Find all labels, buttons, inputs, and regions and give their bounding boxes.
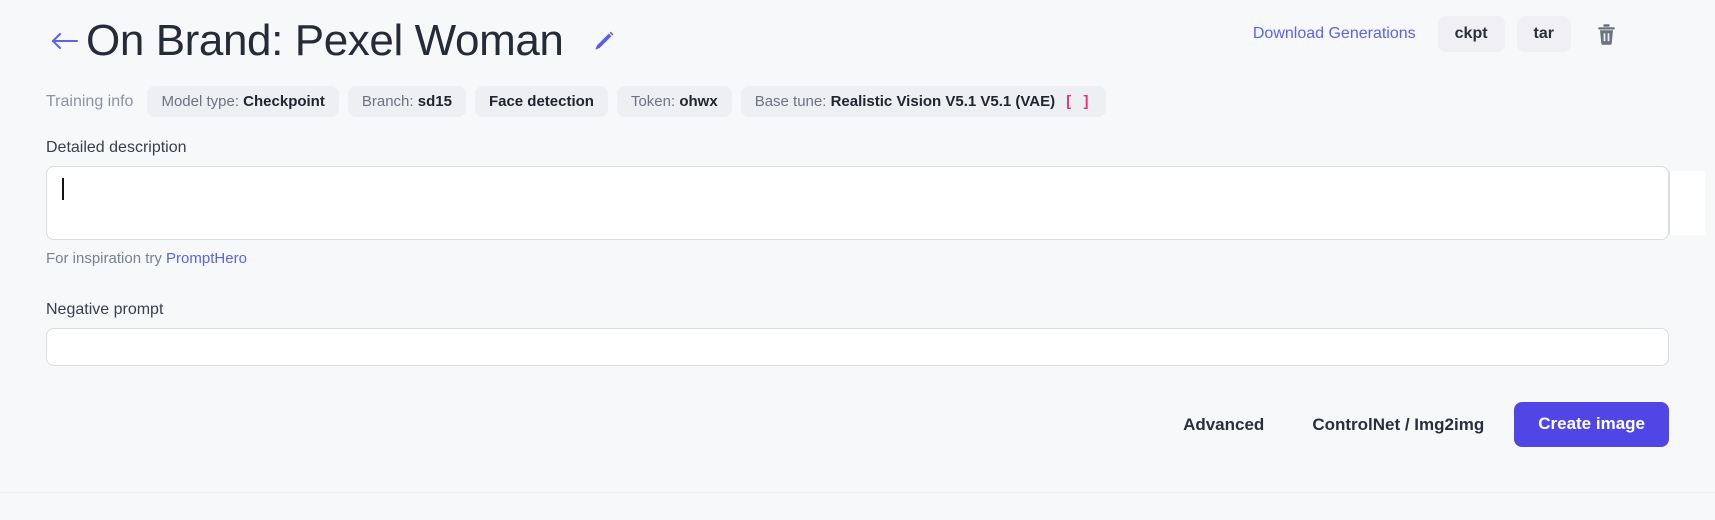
description-input[interactable]: [46, 166, 1669, 241]
inspiration-hint-text: For inspiration try: [46, 250, 167, 268]
textarea-resize-handle[interactable]: [1669, 171, 1705, 236]
arrow-left-icon[interactable]: [42, 19, 86, 63]
chip-face-detection-label: Face detection: [488, 93, 594, 110]
chip-base-tune[interactable]: Base tune: Realistic Vision V5.1 V5.1 (V…: [740, 86, 1107, 118]
description-label: Detailed description: [46, 139, 187, 157]
chip-token-value: ohwx: [679, 93, 718, 110]
download-tar-button[interactable]: tar: [1516, 16, 1571, 52]
download-generations-link[interactable]: Download Generations: [1253, 25, 1416, 43]
text-caret: [62, 178, 64, 201]
training-info-label: Training info: [46, 92, 134, 110]
chip-branch[interactable]: Branch: sd15: [347, 86, 466, 118]
page-root: On Brand: Pexel Woman Download Generatio…: [0, 0, 1715, 520]
chip-model-type[interactable]: Model type: Checkpoint: [147, 86, 339, 118]
form-actions: Advanced ControlNet / Img2img Create ima…: [46, 402, 1669, 447]
chip-model-type-label: Model type:: [161, 93, 239, 110]
page-title: On Brand: Pexel Woman: [86, 16, 564, 65]
download-ckpt-button[interactable]: ckpt: [1437, 16, 1505, 52]
pencil-edit-icon[interactable]: [581, 18, 627, 64]
chip-base-tune-value: Realistic Vision V5.1 V5.1 (VAE): [830, 93, 1056, 110]
controlnet-img2img-button[interactable]: ControlNet / Img2img: [1308, 405, 1488, 445]
chip-token-label: Token:: [630, 93, 676, 110]
prompthero-link[interactable]: PromptHero: [166, 250, 247, 267]
negative-prompt-label: Negative prompt: [46, 301, 164, 319]
chip-model-type-value: Checkpoint: [243, 93, 325, 110]
chip-branch-value: sd15: [417, 93, 452, 110]
training-info-row: Training info Model type: Checkpoint Bra…: [46, 86, 1669, 118]
inspiration-hint: For inspiration try PromptHero: [46, 250, 1669, 267]
header-actions: Download Generations ckpt tar: [1253, 16, 1623, 52]
create-image-button[interactable]: Create image: [1514, 402, 1669, 447]
negative-prompt-block: Negative prompt: [46, 301, 1669, 367]
chip-branch-label: Branch:: [361, 93, 414, 110]
description-field-wrap: [46, 166, 1705, 241]
chip-base-tune-label: Base tune:: [754, 93, 827, 110]
chip-face-detection[interactable]: Face detection: [474, 86, 608, 118]
chip-token[interactable]: Token: ohwx: [616, 86, 732, 118]
footer-divider: [0, 492, 1715, 493]
page-header: On Brand: Pexel Woman Download Generatio…: [46, 0, 1669, 88]
advanced-button[interactable]: Advanced: [1179, 405, 1268, 445]
negative-prompt-input[interactable]: [46, 328, 1669, 367]
chip-base-tune-brackets: [ ]: [1066, 93, 1093, 110]
generation-form: Detailed description For inspiration try…: [46, 139, 1705, 447]
trash-icon[interactable]: [1589, 17, 1623, 51]
